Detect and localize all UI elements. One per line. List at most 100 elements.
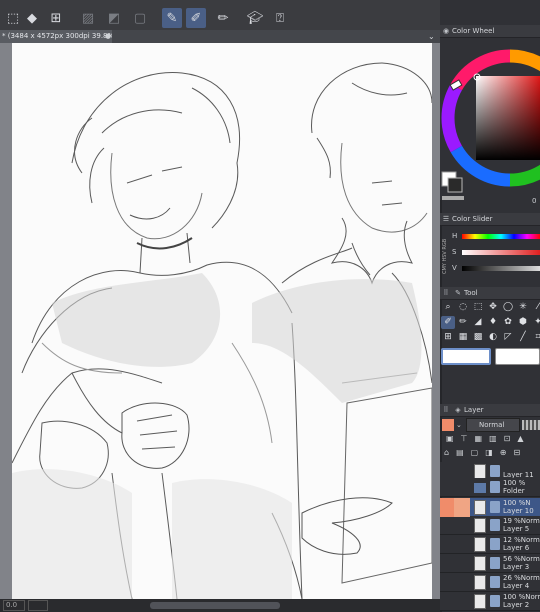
balloon-icon[interactable]: ◸ bbox=[501, 331, 515, 344]
s-label: S bbox=[452, 248, 457, 256]
layer-opacity-mode: 12 %Normal bbox=[503, 536, 540, 544]
blend-mode-select[interactable]: Normal bbox=[466, 418, 520, 432]
layer-color-swatch[interactable] bbox=[442, 419, 454, 431]
layer-name: Layer 6 bbox=[503, 544, 530, 552]
clear-icon[interactable]: ▨ bbox=[78, 8, 98, 28]
eye-icon[interactable] bbox=[440, 498, 454, 517]
layer-name: Layer 4 bbox=[503, 582, 530, 590]
transform-icon[interactable]: ⊞ bbox=[46, 8, 66, 28]
v-label: V bbox=[452, 264, 457, 272]
gradient-icon[interactable]: ▦ bbox=[456, 331, 470, 344]
layer-thumbnail bbox=[474, 464, 486, 479]
layer-folder-row[interactable]: 100 % Folder bbox=[440, 478, 540, 497]
pen-icon[interactable]: ✐ bbox=[186, 8, 206, 28]
layer-thumbnail bbox=[474, 575, 486, 590]
hue-slider[interactable] bbox=[462, 234, 540, 239]
invert-icon[interactable]: ▢ bbox=[130, 8, 150, 28]
h-label: H bbox=[452, 232, 458, 240]
layer-thumbnail bbox=[474, 518, 486, 533]
magnifier-icon[interactable]: ⌕ bbox=[441, 301, 455, 314]
grid-icon[interactable]: ⊞ bbox=[441, 331, 455, 344]
fill-tool-icon[interactable]: ⬢ bbox=[516, 316, 530, 329]
layer-row[interactable]: 19 %NormalLayer 5 bbox=[440, 516, 540, 535]
eraser-icon[interactable]: ◢ bbox=[471, 316, 485, 329]
opacity-slider[interactable] bbox=[522, 420, 540, 430]
help-icon[interactable]: ⍰ bbox=[270, 8, 290, 28]
pen-tool-icon[interactable]: ✐ bbox=[441, 316, 455, 329]
color-wheel[interactable] bbox=[440, 38, 540, 200]
layer-row[interactable]: 56 %NormalLayer 3 bbox=[440, 554, 540, 573]
eyedropper-icon[interactable]: ⁄ bbox=[531, 301, 540, 314]
layer-opacity-mode: 100 %N bbox=[503, 499, 531, 507]
frame-icon[interactable]: ⌗ bbox=[531, 331, 540, 344]
horizontal-scrollbar[interactable] bbox=[150, 602, 280, 609]
layer-opacity-mode: 26 %Normal bbox=[503, 574, 540, 582]
ruler-pen-icon[interactable]: ✏ bbox=[213, 8, 233, 28]
brush-icon: ✎ bbox=[455, 289, 461, 297]
fill-black-icon[interactable]: ◩ bbox=[104, 8, 124, 28]
layer-preview bbox=[490, 465, 500, 477]
graduation-cap-icon[interactable]: 🎓︎ bbox=[245, 8, 265, 28]
sketch-illustration bbox=[12, 62, 432, 599]
drawing-canvas[interactable] bbox=[12, 43, 432, 599]
layer-preview bbox=[490, 595, 500, 607]
panel-icon: ◉ bbox=[442, 27, 450, 35]
color-wheel-title: Color Wheel bbox=[452, 27, 495, 35]
layer-opacity-mode: 56 %Normal bbox=[503, 555, 540, 563]
rotation-field[interactable] bbox=[28, 600, 48, 611]
layer-stack-icon: ◈ bbox=[455, 406, 461, 414]
layer-preview bbox=[490, 519, 500, 531]
hand-icon[interactable]: ◌ bbox=[456, 301, 470, 314]
layer-name: Layer 2 bbox=[503, 601, 530, 609]
layer-opacity-mode: 19 %Normal bbox=[503, 517, 540, 525]
layer-header: ⠿ ◈ Layer bbox=[440, 404, 540, 417]
color-wheel-panel bbox=[440, 38, 540, 200]
chevron-down-icon[interactable]: ⌄ bbox=[456, 419, 464, 431]
layer-opacity-mode: 100 %Normal bbox=[503, 593, 540, 601]
layer-name: Layer 10 bbox=[503, 507, 534, 515]
layer-row[interactable]: 100 %NormalLayer 2 bbox=[440, 592, 540, 611]
value-slider[interactable] bbox=[462, 266, 540, 271]
main-color-swatch[interactable] bbox=[441, 348, 491, 365]
lasso-select-icon[interactable]: ◯ bbox=[501, 301, 515, 314]
pen-lock-icon[interactable] bbox=[454, 498, 470, 517]
folder-icon bbox=[474, 483, 486, 493]
layer-preview bbox=[490, 481, 500, 493]
saturation-slider[interactable] bbox=[462, 250, 540, 255]
panel-icon: ⠿ bbox=[443, 406, 449, 414]
figure-icon[interactable]: ▩ bbox=[471, 331, 485, 344]
layer-preview bbox=[490, 501, 500, 513]
ruler-icon[interactable]: ╱ bbox=[516, 331, 530, 344]
selection-icon[interactable]: ⬚ bbox=[471, 301, 485, 314]
color-slider-title: Color Slider bbox=[452, 215, 493, 223]
airbrush-icon[interactable]: ✦ bbox=[531, 316, 540, 329]
layer-row[interactable]: 26 %NormalLayer 4 bbox=[440, 573, 540, 592]
pen-stabilizer-icon[interactable]: ✎ bbox=[162, 8, 182, 28]
pencil-tool-icon[interactable]: ✏ bbox=[456, 316, 470, 329]
lasso-icon[interactable]: ⬚ bbox=[3, 8, 23, 28]
document-tab[interactable]: * (3484 x 4572px 300dpi 39.8%) bbox=[0, 30, 112, 43]
fill-icon[interactable]: ◆ bbox=[22, 8, 42, 28]
sparkle-icon[interactable]: ✳ bbox=[516, 301, 530, 314]
slider-mode-tabs[interactable]: CMY HSV RGB bbox=[442, 228, 450, 274]
panel-icon: ☰ bbox=[442, 215, 450, 223]
panel-icon: ⠿ bbox=[443, 289, 449, 297]
layer-title: Layer bbox=[464, 406, 484, 414]
layer-preview bbox=[490, 576, 500, 588]
layer-thumbnail bbox=[474, 537, 486, 552]
zoom-field[interactable]: 0.0 bbox=[3, 600, 25, 611]
layer-row[interactable]: 12 %NormalLayer 6 bbox=[440, 535, 540, 554]
layer-name: Folder bbox=[503, 487, 525, 495]
sub-color-swatch[interactable] bbox=[495, 348, 540, 365]
layer-name: Layer 3 bbox=[503, 563, 530, 571]
decoration-icon[interactable]: ✿ bbox=[501, 316, 515, 329]
layer-action-icons[interactable]: ⌂▤▢◨⊕⊟ bbox=[440, 448, 540, 460]
layer-lock-icons[interactable]: ▣⊤▦▥⊡▲ bbox=[440, 434, 540, 446]
move-icon[interactable]: ✥ bbox=[486, 301, 500, 314]
blend-icon[interactable]: ♦ bbox=[486, 316, 500, 329]
color-slider-header: ☰ Color Slider bbox=[440, 213, 540, 226]
chevron-down-icon[interactable]: ⌄ bbox=[428, 30, 435, 43]
text-icon[interactable]: ◐ bbox=[486, 331, 500, 344]
tab-close-icon[interactable]: ● bbox=[105, 30, 111, 43]
color-wheel-header: ◉ Color Wheel bbox=[440, 25, 540, 38]
